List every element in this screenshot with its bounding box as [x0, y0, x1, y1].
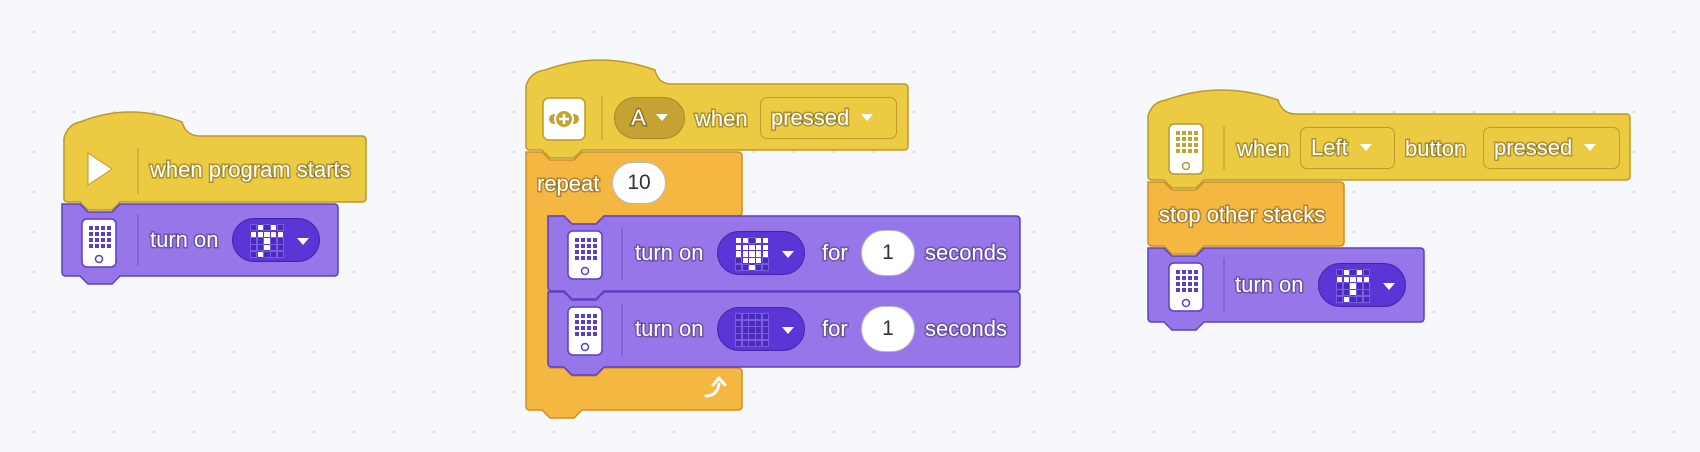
matrix-pixel [1350, 276, 1356, 282]
matrix-pixel [1342, 289, 1350, 297]
chevron-down-icon [1383, 283, 1395, 290]
event-value: pressed [1492, 134, 1573, 162]
when-label: when [1236, 135, 1292, 163]
stack3-block-shapes [1147, 89, 1631, 331]
matrix-pixel [1350, 283, 1356, 289]
hub-matrix-icon [1168, 262, 1204, 312]
button-label: button [1403, 135, 1467, 163]
chevron-down-icon [1359, 144, 1372, 152]
matrix-pixel [1356, 289, 1364, 297]
matrix-pixel [1335, 289, 1344, 297]
matrix-pixel [1343, 270, 1349, 276]
matrix-pixel [1343, 276, 1349, 282]
matrix-pixel [1362, 282, 1371, 290]
matrix-pixel [1343, 296, 1349, 302]
matrix-pixel [1349, 295, 1357, 304]
event-dropdown[interactable]: pressed [1483, 127, 1620, 169]
matrix-pixel [1356, 295, 1364, 304]
matrix-pixel [1357, 270, 1363, 276]
matrix-pixel [1357, 276, 1363, 282]
turn-on-label: turn on [1234, 271, 1305, 299]
hub-icon [1168, 123, 1204, 175]
matrix-pixel [1335, 295, 1344, 304]
matrix-dropdown[interactable] [1318, 263, 1406, 307]
matrix-pixel [1362, 268, 1371, 277]
matrix-pixel [1335, 268, 1344, 277]
matrix-pixel [1337, 276, 1343, 282]
matrix-pixel [1342, 282, 1350, 290]
matrix-preview [1335, 268, 1371, 304]
matrix-pixel [1356, 282, 1364, 290]
matrix-pixel [1335, 282, 1344, 290]
matrix-pixel [1362, 295, 1371, 304]
chevron-down-icon [1584, 144, 1597, 152]
stop-other-stacks-label: stop other stacks [1157, 201, 1326, 229]
matrix-pixel [1362, 289, 1371, 297]
hub-button-value: Left [1310, 134, 1350, 162]
hub-button-dropdown[interactable]: Left [1300, 127, 1395, 169]
matrix-pixel [1350, 290, 1356, 296]
matrix-pixel [1349, 268, 1357, 277]
matrix-pixel [1363, 276, 1369, 282]
